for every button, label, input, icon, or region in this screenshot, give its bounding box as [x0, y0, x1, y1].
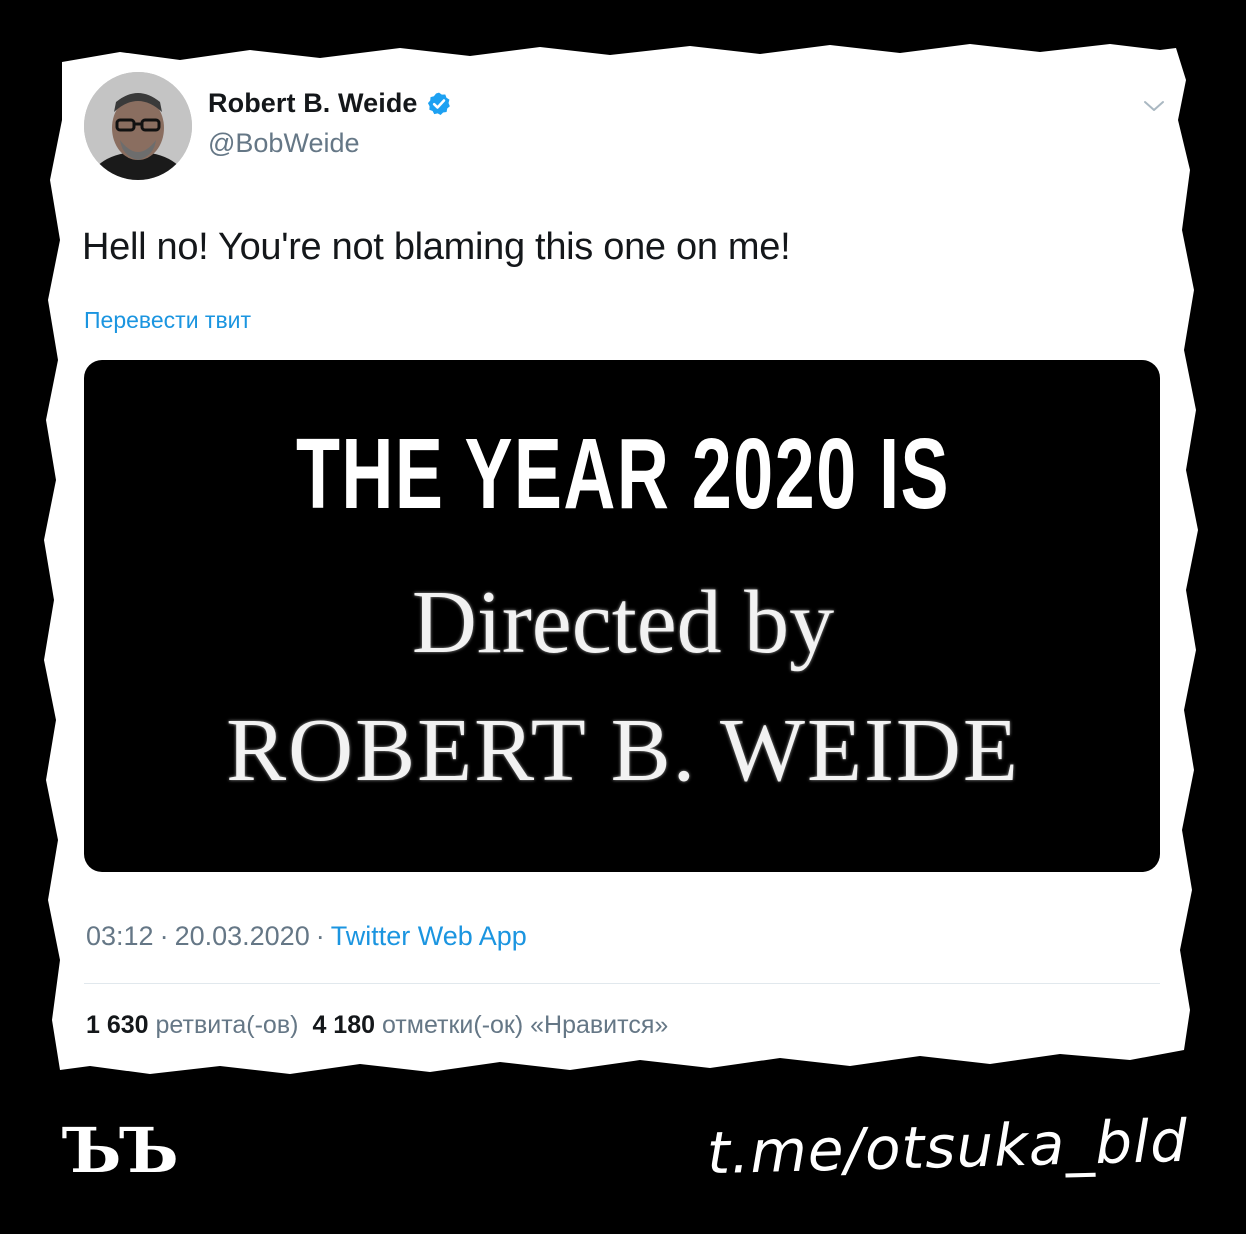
tweet-text: Hell no! You're not blaming this one on …	[82, 226, 791, 268]
channel-link[interactable]: t.me/otsuka_bld	[706, 1107, 1189, 1188]
tweet-date[interactable]: 20.03.2020	[175, 921, 310, 951]
retweets-count: 1 630	[86, 1011, 149, 1039]
retweets-stat[interactable]: 1 630 ретвита(-ов)	[86, 1011, 298, 1039]
display-name-row[interactable]: Robert B. Weide	[208, 88, 452, 119]
likes-stat[interactable]: 4 180 отметки(-ок) «Нравится»	[312, 1011, 668, 1039]
media-text-line2: Directed by	[411, 573, 835, 672]
media-text-line3: ROBERT B. WEIDE	[226, 701, 1020, 800]
user-handle[interactable]: @BobWeide	[208, 128, 360, 159]
meta-separator: ·	[315, 921, 325, 951]
avatar[interactable]	[84, 72, 192, 180]
tweet-metadata: 03:12 · 20.03.2020 · Twitter Web App	[86, 921, 527, 952]
media-text-line1: THE YEAR 2020 IS	[295, 418, 950, 530]
tweet-source-link[interactable]: Twitter Web App	[331, 921, 527, 951]
chevron-down-icon[interactable]	[1142, 96, 1166, 116]
translate-tweet-link[interactable]: Перевести твит	[84, 307, 251, 334]
likes-count: 4 180	[312, 1011, 375, 1039]
meta-separator: ·	[159, 921, 169, 951]
tweet-time[interactable]: 03:12	[86, 921, 154, 951]
tweet-card: Robert B. Weide @BobWeide Hell no! You'r…	[0, 0, 1246, 1234]
retweets-label: ретвита(-ов)	[155, 1011, 299, 1039]
likes-label: отметки(-ок) «Нравится»	[381, 1011, 669, 1039]
divider	[84, 983, 1160, 984]
verified-badge-icon	[427, 92, 450, 115]
display-name[interactable]: Robert B. Weide	[208, 88, 418, 119]
tweet-stats: 1 630 ретвита(-ов) 4 180 отметки(-ок) «Нр…	[86, 1011, 668, 1040]
channel-logo: ЪЪ	[62, 1114, 179, 1187]
